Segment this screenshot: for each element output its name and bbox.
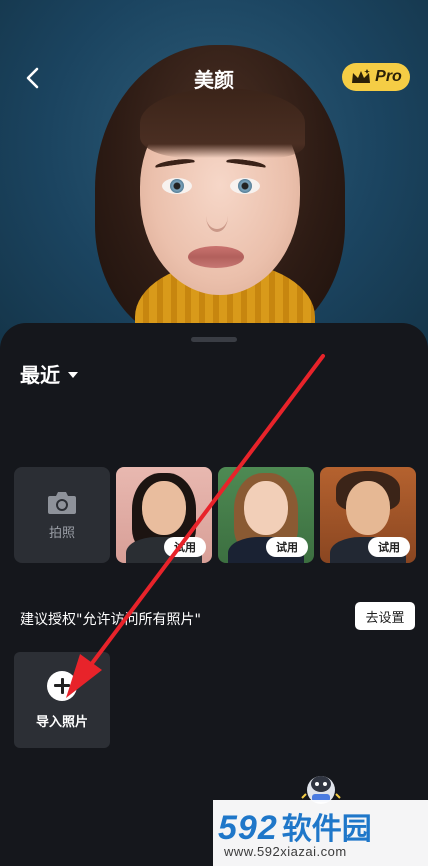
import-photo-tile[interactable]: 导入照片 xyxy=(14,652,110,748)
pro-badge-button[interactable]: Pro xyxy=(342,63,410,91)
crown-icon xyxy=(352,69,371,83)
portrait-nose xyxy=(206,200,228,232)
watermark-text: 软件园 xyxy=(281,812,372,847)
sample-photo-3[interactable]: 试用 xyxy=(320,467,416,563)
try-badge: 试用 xyxy=(164,537,206,557)
caret-down-icon xyxy=(68,371,78,378)
photo-subject-face xyxy=(346,481,390,535)
photo-subject-face xyxy=(244,481,288,535)
camera-label: 拍照 xyxy=(48,525,75,541)
album-selector-label: 最近 xyxy=(20,363,60,387)
portrait-lips xyxy=(188,246,244,268)
permission-hint: 建议授权"允许访问所有照片" xyxy=(20,612,201,628)
top-bar: 美颜 Pro xyxy=(0,56,428,100)
go-settings-button[interactable]: 去设置 xyxy=(355,602,415,630)
portrait-eye xyxy=(230,178,260,194)
watermark-url: www.592xiazai.com xyxy=(224,844,347,859)
quick-photo-row: 拍照 试用 试用 试用 xyxy=(14,467,416,563)
sample-photo-2[interactable]: 试用 xyxy=(218,467,314,563)
portrait-eye xyxy=(162,178,192,194)
try-badge: 试用 xyxy=(266,537,308,557)
watermark-logo: 592 软件园 xyxy=(218,804,372,848)
camera-tile[interactable]: 拍照 xyxy=(14,467,110,563)
sample-photo-1[interactable]: 试用 xyxy=(116,467,212,563)
photo-picker-sheet: 最近 拍照 试用 试用 试用 建议授权"允许访问所有照片" 去设置 导入照片 xyxy=(0,323,428,866)
try-badge: 试用 xyxy=(368,537,410,557)
import-photo-label: 导入照片 xyxy=(35,714,88,730)
pro-label: Pro xyxy=(375,68,402,85)
album-selector[interactable]: 最近 xyxy=(20,359,78,388)
plus-icon xyxy=(47,670,77,701)
hero-portrait: 美颜 Pro xyxy=(0,0,428,360)
watermark-number: 592 xyxy=(218,809,278,847)
sheet-handle[interactable] xyxy=(191,337,237,342)
photo-subject-face xyxy=(142,481,186,535)
camera-icon xyxy=(48,491,76,514)
